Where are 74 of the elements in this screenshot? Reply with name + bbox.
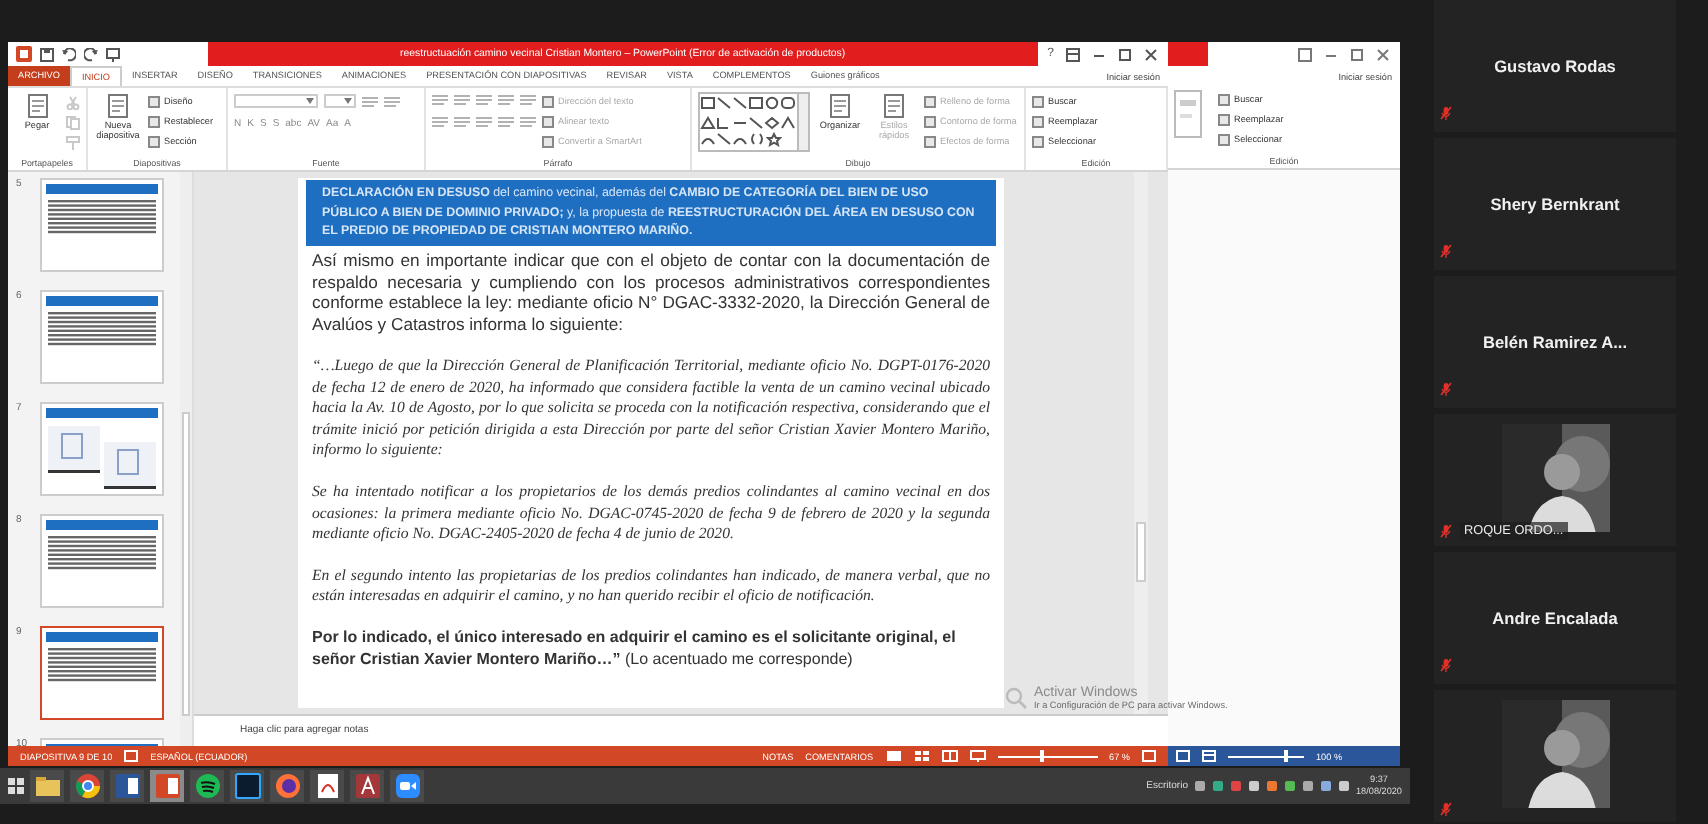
presentation-icon[interactable] [969, 750, 986, 762]
taskbar-button[interactable] [110, 770, 144, 802]
maximize-icon[interactable] [1118, 47, 1132, 61]
save-icon[interactable] [40, 47, 54, 61]
sorter-view-icon[interactable] [913, 750, 930, 762]
taskbar-button[interactable] [310, 770, 344, 802]
tile-icon [542, 95, 554, 107]
music-app-icon [193, 772, 221, 800]
normal-view-icon[interactable] [885, 750, 902, 762]
participant-name: Gustavo Rodas [1492, 56, 1618, 76]
slide-thumbnail[interactable] [40, 178, 164, 272]
font-name-field[interactable] [234, 94, 318, 108]
fit-slide-icon[interactable] [1142, 750, 1156, 762]
taskbar-button[interactable] [30, 770, 64, 802]
taskbar-button[interactable] [70, 770, 104, 802]
taskbar-button[interactable] [150, 770, 184, 802]
document-icon [828, 94, 852, 118]
page-view-icon[interactable] [1176, 750, 1190, 762]
tile-icon [1032, 115, 1044, 127]
shapes-gallery-icon[interactable] [698, 92, 810, 152]
taskbar-button[interactable] [350, 770, 384, 802]
presentation-app-icon [153, 772, 181, 800]
taskbar-button[interactable] [190, 770, 224, 802]
document-icon [25, 94, 49, 118]
slide-thumbnail[interactable] [40, 402, 164, 496]
tile-icon [924, 95, 936, 107]
tile-icon [1218, 113, 1230, 125]
undo-icon[interactable] [62, 47, 76, 61]
slide-thumbnail[interactable] [40, 514, 164, 608]
folder-icon [33, 772, 61, 800]
close-icon[interactable] [1144, 47, 1158, 61]
taskbar-button[interactable] [230, 770, 264, 802]
font-size-field[interactable] [324, 94, 356, 108]
document-icon [882, 94, 906, 118]
scrollbar[interactable] [180, 172, 192, 746]
tile-icon [148, 115, 160, 127]
title-bar-segment [1168, 42, 1208, 66]
slide-thumbnail[interactable] [40, 290, 164, 384]
redo-icon[interactable] [84, 47, 98, 61]
slide-thumbnail[interactable] [40, 626, 164, 720]
video-call-icon [393, 772, 421, 800]
maximize-icon[interactable] [1350, 47, 1364, 61]
caret-icon [306, 98, 314, 104]
tile-icon [924, 135, 936, 147]
ribbon-display-icon[interactable] [1298, 47, 1312, 61]
slideshow-icon[interactable] [106, 47, 120, 61]
reading-view-icon[interactable] [941, 750, 958, 762]
tile-icon [924, 115, 936, 127]
tile-icon [1218, 133, 1230, 145]
tile-icon [1032, 135, 1044, 147]
tile-icon [542, 115, 554, 127]
taskbar-button[interactable] [390, 770, 424, 802]
web-view-icon[interactable] [1202, 750, 1216, 762]
database-app-icon [353, 772, 381, 800]
tile-icon [542, 135, 554, 147]
browser-icon [73, 772, 101, 800]
tile-icon [148, 95, 160, 107]
start-button-icon[interactable] [8, 778, 24, 794]
word-processor-icon [113, 772, 141, 800]
photo-app-icon [233, 772, 261, 800]
tile-icon [148, 135, 160, 147]
close-icon[interactable] [1376, 47, 1390, 61]
document-icon [106, 94, 130, 118]
slide-paragraph: Por lo indicado, el único interesado en adquirir el camino es el solicitante original, el señor Cristian Xavier Montero Mariño…” (Lo acentuado me corresponde) [312, 627, 958, 671]
participant-name: Shery Bernkrant [1488, 194, 1622, 214]
tile-icon [1032, 95, 1044, 107]
ribbon-display-icon[interactable] [1066, 47, 1080, 61]
firefox-icon [273, 772, 301, 800]
participant-name: Andre Encalada [1490, 608, 1620, 628]
pdf-reader-icon [313, 772, 341, 800]
participant-name: Belén Ramirez A... [1480, 332, 1630, 352]
slide-paragraph: Así mismo en importante indicar que con el objeto de contar con la documentación de respaldo necesaria y cumpliendo con los procesos administrativos correspondientes conforme establece la ley: mediante oficio N° DGAC-3332-2020, la Dirección General de Avalúos y Catastros informa lo siguiente: [312, 249, 990, 336]
tile-icon [1218, 93, 1230, 105]
caret-icon [344, 98, 352, 104]
